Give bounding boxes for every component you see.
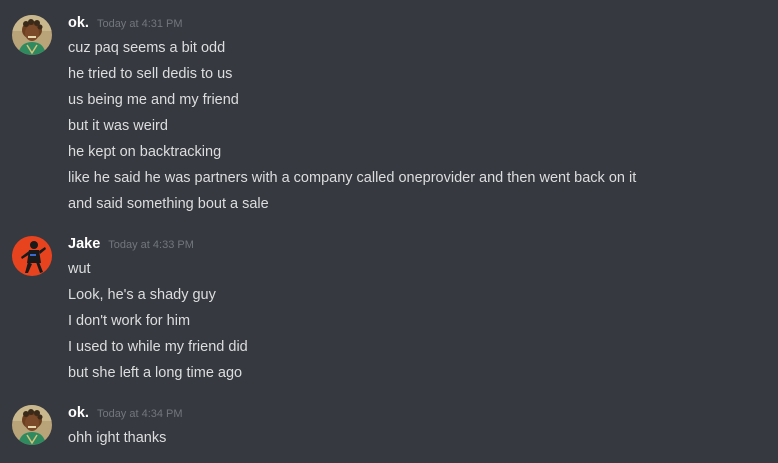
message-text: Look, he's a shady guy (68, 287, 216, 303)
message-lines: cuz paq seems a bit odd he tried to sell… (68, 37, 636, 219)
message-lines: wut Look, he's a shady guy I don't work … (68, 258, 248, 388)
message-text: cuz paq seems a bit odd (68, 40, 226, 56)
message-text: ohh ight thanks (68, 430, 167, 446)
message-text: us being me and my friend (68, 92, 239, 108)
message-text: like he said he was partners with a comp… (68, 170, 637, 186)
message-header: ok. Today at 4:31 PM (68, 15, 183, 37)
message-lines: ohh ight thanks (68, 427, 166, 453)
message-text: and said something bout a sale (68, 196, 269, 212)
user-avatar-icon[interactable] (12, 405, 52, 445)
message-text: I don't work for him (68, 313, 191, 329)
timestamp: Today at 4:31 PM (96, 18, 183, 30)
message-list: ok. Today at 4:31 PM cuz paq seems a bit… (0, 0, 778, 463)
message-text: I used to while my friend did (68, 339, 248, 355)
message-text: wut (68, 261, 91, 277)
username[interactable]: ok. (68, 15, 89, 31)
message-header: ok. Today at 4:34 PM (68, 405, 183, 427)
username[interactable]: Jake (68, 236, 100, 252)
message-text: he kept on backtracking (68, 144, 222, 160)
username[interactable]: ok. (68, 405, 89, 421)
timestamp: Today at 4:34 PM (96, 408, 183, 420)
message-text: he tried to sell dedis to us (68, 66, 233, 82)
timestamp: Today at 4:33 PM (108, 239, 194, 251)
message-text: but she left a long time ago (68, 365, 243, 381)
message-text: but it was weird (68, 118, 168, 134)
message-header: Jake Today at 4:33 PM (68, 236, 194, 258)
user-avatar-icon[interactable] (12, 15, 52, 55)
user-avatar-icon[interactable] (12, 236, 52, 276)
